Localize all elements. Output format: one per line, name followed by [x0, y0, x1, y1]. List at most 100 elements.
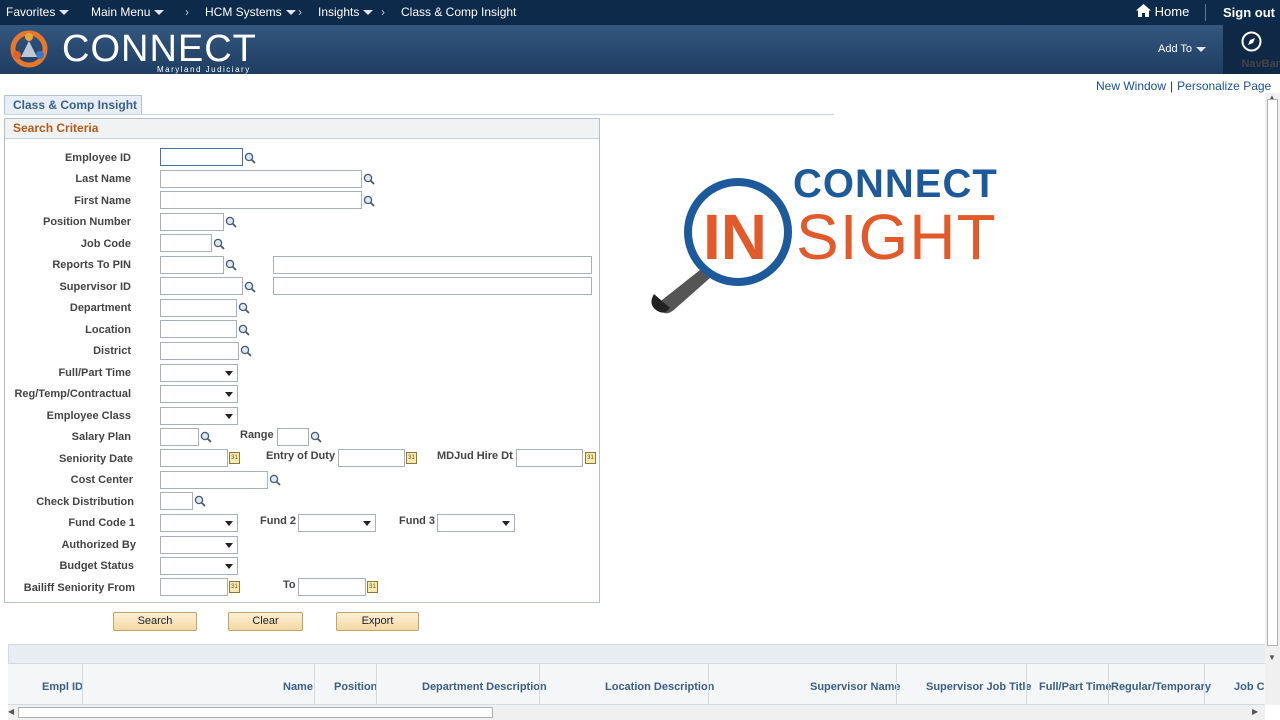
calendar-icon[interactable]: 31 — [229, 581, 240, 593]
lookup-icon[interactable] — [200, 431, 212, 443]
salary-plan-label: Salary Plan — [71, 431, 131, 443]
horizontal-scrollbar[interactable]: ◀ ▶ — [8, 705, 1265, 720]
col-location-description[interactable]: Location Description — [605, 681, 714, 693]
lookup-icon[interactable] — [225, 259, 237, 271]
search-button[interactable]: Search — [113, 612, 197, 631]
favorites-menu[interactable]: Favorites — [6, 5, 70, 19]
tab-class-comp-insight[interactable]: Class & Comp Insight — [4, 95, 142, 115]
check-distribution-input[interactable] — [160, 492, 193, 510]
add-to-menu[interactable]: Add To — [1158, 43, 1207, 55]
fund-2-select[interactable] — [298, 514, 376, 532]
scroll-right-icon[interactable]: ▶ — [1252, 707, 1258, 716]
lookup-icon[interactable] — [238, 302, 250, 314]
lookup-icon[interactable] — [363, 195, 375, 207]
fund-code-1-select[interactable] — [160, 514, 238, 532]
lookup-icon[interactable] — [240, 345, 252, 357]
seniority-date-input[interactable] — [160, 449, 228, 467]
salary-plan-input[interactable] — [160, 428, 199, 446]
lookup-icon[interactable] — [363, 173, 375, 185]
position-number-input[interactable] — [160, 213, 224, 231]
breadcrumb-insights[interactable]: Insights — [318, 5, 374, 19]
col-job-code[interactable]: Job C — [1234, 681, 1265, 693]
page-links: New Window | Personalize Page — [1096, 79, 1271, 93]
reg-temp-select[interactable] — [160, 385, 238, 403]
vertical-scrollbar[interactable]: ▲ ▼ — [1265, 93, 1280, 705]
logo-subtitle: Maryland Judiciary — [157, 65, 251, 74]
bailiff-seniority-from-input[interactable] — [160, 578, 228, 596]
reports-to-input[interactable] — [160, 256, 224, 274]
calendar-icon[interactable]: 31 — [367, 581, 378, 593]
chevron-right-icon: › — [381, 5, 385, 19]
lookup-icon[interactable] — [213, 238, 225, 250]
range-input[interactable] — [277, 428, 309, 446]
col-department-description[interactable]: Department Description — [422, 681, 547, 693]
first-name-input[interactable] — [160, 191, 362, 209]
lookup-icon[interactable] — [194, 495, 206, 507]
horizontal-scroll-thumb[interactable] — [18, 707, 493, 718]
employee-id-input[interactable] — [160, 148, 243, 166]
scroll-left-icon[interactable]: ◀ — [8, 707, 14, 716]
employee-class-select[interactable] — [160, 407, 238, 425]
vertical-scroll-thumb[interactable] — [1267, 99, 1278, 646]
column-divider — [539, 664, 540, 705]
employee-id-label: Employee ID — [64, 152, 131, 164]
col-position[interactable]: Position — [334, 681, 377, 693]
job-code-input[interactable] — [160, 234, 212, 252]
lookup-icon[interactable] — [244, 281, 256, 293]
entry-of-duty-input[interactable] — [338, 449, 405, 467]
lookup-icon[interactable] — [269, 474, 281, 486]
navbar-button[interactable]: NavBar — [1223, 25, 1280, 74]
to-label: To — [283, 579, 296, 591]
breadcrumb-hcm-systems[interactable]: HCM Systems — [205, 5, 296, 19]
chevron-down-icon — [59, 10, 70, 16]
calendar-icon[interactable]: 31 — [585, 452, 596, 464]
lookup-icon[interactable] — [310, 431, 322, 443]
grid-toolbar — [8, 644, 1266, 664]
chevron-down-icon — [1196, 46, 1207, 52]
home-link[interactable]: Home — [1136, 4, 1189, 19]
bailiff-seniority-to-input[interactable] — [298, 578, 366, 596]
calendar-icon[interactable]: 31 — [229, 452, 240, 464]
budget-status-label: Budget Status — [59, 560, 134, 572]
chevron-down-icon — [363, 10, 374, 16]
sign-out-link[interactable]: Sign out — [1223, 5, 1275, 20]
top-nav-bar: Favorites Main Menu › HCM Systems › Insi… — [0, 0, 1280, 25]
scroll-down-icon[interactable]: ▼ — [1268, 653, 1276, 662]
lookup-icon[interactable] — [225, 216, 237, 228]
column-divider — [314, 664, 315, 705]
col-empl-id[interactable]: Empl ID — [42, 681, 83, 693]
column-divider — [82, 664, 83, 705]
connect-insight-logo: CONNECT IN SIGHT — [648, 162, 998, 322]
cost-center-input[interactable] — [160, 471, 268, 489]
fund-3-select[interactable] — [437, 514, 515, 532]
supervisor-description[interactable] — [273, 277, 592, 295]
col-name[interactable]: Name — [283, 681, 313, 693]
main-menu[interactable]: Main Menu — [91, 5, 165, 19]
personalize-page-link[interactable]: Personalize Page — [1177, 79, 1271, 93]
last-name-input[interactable] — [160, 170, 362, 188]
col-supervisor-name[interactable]: Supervisor Name — [810, 681, 900, 693]
insight-sight-text: SIGHT — [796, 201, 997, 273]
lookup-icon[interactable] — [238, 324, 250, 336]
supervisor-id-input[interactable] — [160, 277, 243, 295]
new-window-link[interactable]: New Window — [1096, 79, 1166, 93]
last-name-label: Last Name — [75, 173, 131, 185]
chevron-down-icon — [285, 10, 296, 16]
calendar-icon[interactable]: 31 — [406, 452, 417, 464]
location-input[interactable] — [160, 320, 237, 338]
col-supervisor-job-title[interactable]: Supervisor Job Title — [926, 681, 1032, 693]
fund-2-label: Fund 2 — [260, 515, 297, 527]
export-button[interactable]: Export — [336, 612, 419, 631]
district-input[interactable] — [160, 342, 239, 360]
col-regular-temporary[interactable]: Regular/Temporary — [1111, 681, 1211, 693]
full-part-time-label: Full/Part Time — [58, 367, 131, 379]
reports-to-description[interactable] — [273, 256, 592, 274]
mdjud-hire-input[interactable] — [516, 449, 583, 467]
col-full-part-time[interactable]: Full/Part Time — [1039, 681, 1112, 693]
authorized-by-select[interactable] — [160, 536, 238, 554]
lookup-icon[interactable] — [244, 152, 256, 164]
full-part-time-select[interactable] — [160, 364, 238, 382]
clear-button[interactable]: Clear — [228, 612, 303, 631]
department-input[interactable] — [160, 299, 237, 317]
budget-status-select[interactable] — [160, 557, 238, 575]
